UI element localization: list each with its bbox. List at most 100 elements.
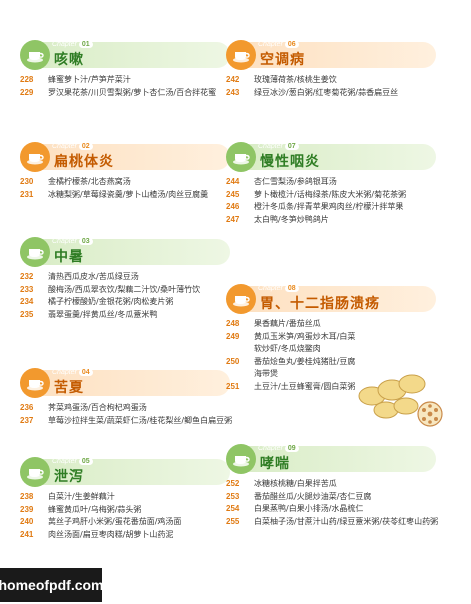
page-number: 238	[20, 492, 34, 501]
entry-text: 冰糖核桃糖/白果拌苦瓜	[254, 479, 337, 488]
chapter-section: Chapter 09 哮喘 252 冰糖核桃糖/白果拌苦瓜 253 番茄醋丝瓜/火腿炒…	[226, 444, 448, 528]
cup-icon	[226, 142, 256, 172]
page-number: 241	[20, 529, 34, 539]
chapter-label: Chapter 03	[52, 238, 93, 245]
entry-text: 土豆汁/土豆蜂蜜膏/圆白菜粥	[254, 381, 356, 391]
chapter-title: 空调病	[260, 52, 305, 68]
toc-entry[interactable]: 252 冰糖核桃糖/白果拌苦瓜	[226, 478, 448, 491]
cup-icon	[226, 444, 256, 474]
entry-list: 242 玫瑰薄荷茶/核桃生姜饮 243 绿豆冰沙/葱白粥/红枣菊花粥/蒜香扁豆丝	[226, 74, 448, 99]
entry-text: 玫瑰薄荷茶/核桃生姜饮	[254, 75, 337, 84]
chapter-title: 中暑	[54, 249, 84, 265]
toc-entry[interactable]: 254 白果蒸鸭/白果小排汤/水晶梳仁	[226, 503, 448, 516]
chapter-section: Chapter 04 苦夏 236 荠菜鸡蛋汤/百合枸杞鸡蛋汤 237 草莓沙拉拌生菜…	[20, 368, 242, 427]
chapter-header: Chapter 01 咳嗽	[20, 40, 242, 70]
chapter-label: Chapter 07	[258, 143, 299, 150]
page-number: 251	[226, 381, 240, 391]
toc-entry[interactable]: 255 白菜柚子汤/甘蔗汁山药/绿豆薏米粥/茯苓红枣山药粥	[226, 516, 448, 529]
page-number: 254	[226, 504, 240, 513]
entry-text: 橘子柠檬酸奶/金银花粥/肉松麦片粥	[48, 297, 174, 306]
chapter-section: Chapter 03 中暑 232 清热西瓜皮水/苦瓜绿豆汤 233 酸梅汤/西瓜翠衣…	[20, 237, 242, 321]
cup-icon	[226, 40, 256, 70]
page-number: 243	[226, 87, 240, 97]
cup-icon	[20, 142, 50, 172]
chapter-header: Chapter 06 空调病	[226, 40, 448, 70]
entry-list: 236 荠菜鸡蛋汤/百合枸杞鸡蛋汤 237 草莓沙拉拌生菜/蔬菜虾仁汤/桂花梨丝/鲫…	[20, 402, 242, 427]
cup-icon	[226, 284, 256, 314]
toc-entry[interactable]: 237 草莓沙拉拌生菜/蔬菜虾仁汤/桂花梨丝/鲫鱼白扁豆粥	[20, 415, 242, 428]
toc-entry[interactable]: 246 橙汁冬瓜条/拌青苹果鸡肉丝/柠檬汁拌苹果	[226, 201, 448, 214]
entry-list: 238 白菜汁/生姜鲜藕汁 239 蜂蜜黄瓜叶/乌梅粥/蒜头粥 240 莴丝子鸡肝小米…	[20, 491, 242, 541]
toc-entry[interactable]: 236 荠菜鸡蛋汤/百合枸杞鸡蛋汤	[20, 402, 242, 415]
page-number: 237	[20, 415, 34, 425]
chapter-label: Chapter 02	[52, 143, 93, 150]
chapter-section: Chapter 06 空调病 242 玫瑰薄荷茶/核桃生姜饮 243 绿豆冰沙/葱白粥…	[226, 40, 448, 99]
entry-text: 橙汁冬瓜条/拌青苹果鸡肉丝/柠檬汁拌苹果	[254, 202, 404, 211]
toc-entry[interactable]: 247 太白鸭/冬笋炒鸭鸽片	[226, 214, 448, 227]
entry-list: 232 清热西瓜皮水/苦瓜绿豆汤 233 酸梅汤/西瓜翠衣饮/梨藕二汁饮/桑叶薄竹饮…	[20, 271, 242, 321]
chapter-section: Chapter 02 扁桃体炎 230 金橘柠檬茶/北杏燕窝汤 231 冰糖梨粥/草莓…	[20, 142, 242, 201]
page-number: 229	[20, 87, 34, 97]
toc-entry[interactable]: 250 番茄烩鱼丸/姜桂炖猪肚/豆腐海带煲	[226, 356, 356, 381]
chapter-header: Chapter 08 胃、十二指肠溃疡	[226, 284, 448, 314]
toc-entry[interactable]: 251 土豆汁/土豆蜂蜜膏/圆白菜粥	[226, 381, 356, 394]
toc-entry[interactable]: 244 杏仁雪梨汤/参鸽银耳汤	[226, 176, 448, 189]
entry-list: 244 杏仁雪梨汤/参鸽银耳汤 245 萝卜橄榄汁/话梅绿茶/陈皮大米粥/菊花茶粥 …	[226, 176, 448, 226]
page-number: 250	[226, 356, 240, 366]
toc-entry[interactable]: 230 金橘柠檬茶/北杏燕窝汤	[20, 176, 242, 189]
toc-entry[interactable]: 240 莴丝子鸡肝小米粥/蛋花番茄面/鸡汤面	[20, 516, 242, 529]
toc-entry[interactable]: 242 玫瑰薄荷茶/核桃生姜饮	[226, 74, 448, 87]
page-number: 246	[226, 202, 240, 211]
toc-entry[interactable]: 245 萝卜橄榄汁/话梅绿茶/陈皮大米粥/菊花茶粥	[226, 189, 448, 202]
toc-entry[interactable]: 241 肉丝汤面/扁豆枣肉糕/胡萝卜山药泥	[20, 529, 242, 542]
toc-entry[interactable]: 248 果香藕片/番茄丝瓜	[226, 318, 356, 331]
entry-text: 金橘柠檬茶/北杏燕窝汤	[48, 177, 131, 186]
entry-text: 果香藕片/番茄丝瓜	[254, 319, 321, 328]
toc-entry[interactable]: 238 白菜汁/生姜鲜藕汁	[20, 491, 242, 504]
toc-entry[interactable]: 234 橘子柠檬酸奶/金银花粥/肉松麦片粥	[20, 296, 242, 309]
entry-text: 草莓沙拉拌生菜/蔬菜虾仁汤/桂花梨丝/鲫鱼白扁豆粥	[48, 415, 233, 425]
entry-text: 黄瓜玉米笋/鸡蛋炒木耳/白菜软炒虾/冬瓜烧鳖肉	[254, 331, 356, 354]
page-number: 240	[20, 517, 34, 526]
page-number: 232	[20, 272, 34, 281]
cup-icon	[20, 368, 50, 398]
entry-text: 清热西瓜皮水/苦瓜绿豆汤	[48, 272, 139, 281]
toc-entry[interactable]: 228 蜂蜜萝卜汁/芦笋芹菜汁	[20, 74, 242, 87]
chapter-section: Chapter 07 慢性咽炎 244 杏仁雪梨汤/参鸽银耳汤 245 萝卜橄榄汁/话…	[226, 142, 448, 226]
chapter-section: Chapter 05 泄泻 238 白菜汁/生姜鲜藕汁 239 蜂蜜黄瓜叶/乌梅粥/蒜…	[20, 457, 242, 541]
chapter-title: 慢性咽炎	[260, 154, 320, 170]
toc-entry[interactable]: 249 黄瓜玉米笋/鸡蛋炒木耳/白菜软炒虾/冬瓜烧鳖肉	[226, 331, 356, 356]
toc-entry[interactable]: 231 冰糖梨粥/草莓绿瓷羹/萝卜山楂汤/肉丝豆腐羹	[20, 189, 242, 202]
entry-text: 肉丝汤面/扁豆枣肉糕/胡萝卜山药泥	[48, 529, 174, 539]
chapter-header: Chapter 09 哮喘	[226, 444, 448, 474]
chapter-header: Chapter 04 苦夏	[20, 368, 242, 398]
entry-text: 蜂蜜萝卜汁/芦笋芹菜汁	[48, 75, 131, 84]
entry-text: 罗汉果花茶/川贝雪梨粥/萝卜杏仁汤/百合拌花蜜	[48, 87, 217, 97]
entry-list: 230 金橘柠檬茶/北杏燕窝汤 231 冰糖梨粥/草莓绿瓷羹/萝卜山楂汤/肉丝豆腐羹	[20, 176, 242, 201]
page-number: 231	[20, 189, 34, 199]
chapter-label: Chapter 08	[258, 285, 299, 292]
page-number: 252	[226, 479, 240, 488]
toc-entry[interactable]: 253 番茄醋丝瓜/火腿炒油菜/杏仁豆腐	[226, 491, 448, 504]
entry-text: 太白鸭/冬笋炒鸭鸽片	[254, 214, 329, 224]
entry-text: 荠菜鸡蛋汤/百合枸杞鸡蛋汤	[48, 403, 147, 412]
entry-list: 248 果香藕片/番茄丝瓜 249 黄瓜玉米笋/鸡蛋炒木耳/白菜软炒虾/冬瓜烧鳖肉 …	[226, 318, 356, 393]
entry-text: 番茄醋丝瓜/火腿炒油菜/杏仁豆腐	[254, 491, 372, 501]
toc-entry[interactable]: 239 蜂蜜黄瓜叶/乌梅粥/蒜头粥	[20, 504, 242, 517]
chapter-title: 咳嗽	[54, 52, 84, 68]
toc-entry[interactable]: 229 罗汉果花茶/川贝雪梨粥/萝卜杏仁汤/百合拌花蜜	[20, 87, 242, 100]
toc-entry[interactable]: 233 酸梅汤/西瓜翠衣饮/梨藕二汁饮/桑叶薄竹饮	[20, 284, 242, 297]
cup-icon	[20, 237, 50, 267]
page-number: 233	[20, 284, 34, 294]
chapter-label: Chapter 05	[52, 458, 93, 465]
watermark: homeofpdf.com	[0, 568, 104, 602]
page-number: 235	[20, 309, 34, 319]
chapter-header: Chapter 05 泄泻	[20, 457, 242, 487]
toc-entry[interactable]: 235 翡翠蛋羹/拌黄瓜丝/冬瓜薏米鸭	[20, 309, 242, 322]
toc-entry[interactable]: 243 绿豆冰沙/葱白粥/红枣菊花粥/蒜香扁豆丝	[226, 87, 448, 100]
entry-text: 莴丝子鸡肝小米粥/蛋花番茄面/鸡汤面	[48, 517, 182, 526]
cup-icon	[20, 457, 50, 487]
cup-icon	[20, 40, 50, 70]
toc-entry[interactable]: 232 清热西瓜皮水/苦瓜绿豆汤	[20, 271, 242, 284]
entry-text: 白菜汁/生姜鲜藕汁	[48, 492, 115, 501]
